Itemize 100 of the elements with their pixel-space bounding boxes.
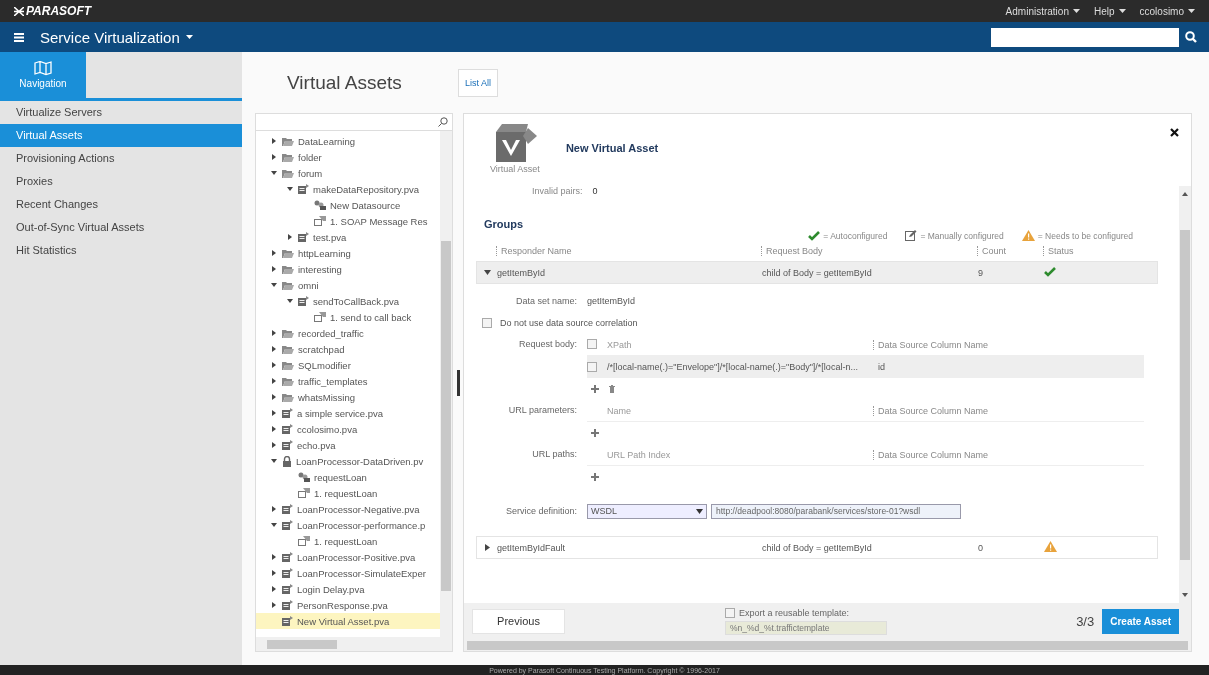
tree-item[interactable]: whatsMissing xyxy=(256,389,440,405)
tree-search-field[interactable] xyxy=(256,114,452,131)
splitter-handle[interactable] xyxy=(456,369,460,396)
sidebar-item[interactable]: Proxies xyxy=(0,170,242,193)
collapse-icon[interactable] xyxy=(271,170,277,176)
tree-item[interactable]: LoanProcessor-Positive.pva xyxy=(256,549,440,565)
tree-item[interactable]: 1. requestLoan xyxy=(256,485,440,501)
tree-item[interactable]: 1. requestLoan xyxy=(256,533,440,549)
navigation-tile[interactable]: Navigation xyxy=(0,52,86,98)
expand-icon[interactable] xyxy=(271,442,277,448)
type-dropdown[interactable]: WSDL xyxy=(587,503,707,519)
tree-item[interactable]: recorded_traffic xyxy=(256,325,440,341)
scrollbar[interactable] xyxy=(1179,186,1191,603)
sidebar-item[interactable]: Provisioning Actions xyxy=(0,147,242,170)
template-field[interactable]: %n_%d_%t.traffictemplate xyxy=(725,620,887,635)
collapse-icon[interactable] xyxy=(287,298,293,304)
trash-icon[interactable] xyxy=(609,385,615,393)
checkbox[interactable] xyxy=(725,607,735,618)
add-icon[interactable] xyxy=(591,429,599,437)
expand-icon[interactable] xyxy=(271,346,277,352)
tree-item[interactable]: interesting xyxy=(256,261,440,277)
tree-item[interactable]: 1. SOAP Message Res xyxy=(256,213,440,229)
expand-icon[interactable] xyxy=(271,570,277,576)
tree-item[interactable]: requestLoan xyxy=(256,469,440,485)
menu-link[interactable]: Help xyxy=(1093,5,1126,17)
menu-icon[interactable] xyxy=(14,32,24,42)
expand-icon[interactable] xyxy=(287,234,293,240)
tree-item[interactable]: traffic_templates xyxy=(256,373,440,389)
tree-item[interactable]: ccolosimo.pva xyxy=(256,421,440,437)
url-field[interactable]: http://deadpool:8080/parabank/services/store-01?wsdl xyxy=(711,503,961,519)
tree-item[interactable]: New Datasource xyxy=(256,197,440,213)
tree-item[interactable]: makeDataRepository.pva xyxy=(256,181,440,197)
sidebar-item[interactable]: Virtual Assets xyxy=(0,124,242,147)
tree-item[interactable]: forum xyxy=(256,165,440,181)
expand-icon[interactable] xyxy=(271,250,277,256)
expand-icon[interactable] xyxy=(271,378,277,384)
search-icon[interactable] xyxy=(438,117,448,127)
tree-item[interactable]: LoanProcessor-SimulateExper xyxy=(256,565,440,581)
add-icon[interactable] xyxy=(591,385,599,393)
tree-item[interactable]: New Virtual Asset.pva xyxy=(256,613,440,629)
expand-icon[interactable] xyxy=(271,602,277,608)
tree-item[interactable]: folder xyxy=(256,149,440,165)
expand-icon[interactable] xyxy=(271,330,277,336)
tree-item[interactable]: PersonResponse.pva xyxy=(256,597,440,613)
scrollbar[interactable] xyxy=(440,131,452,637)
arrow-up-icon[interactable] xyxy=(1182,192,1188,196)
search-field[interactable] xyxy=(991,27,1179,47)
collapse-icon[interactable] xyxy=(271,522,277,528)
collapse-icon[interactable] xyxy=(271,458,277,464)
tree-item[interactable]: a simple service.pva xyxy=(256,405,440,421)
box-icon xyxy=(282,568,293,578)
tree-item[interactable]: LoanProcessor-performance.p xyxy=(256,517,440,533)
list-all-button[interactable]: List All xyxy=(458,68,498,97)
expand-icon[interactable] xyxy=(271,394,277,400)
folder-icon xyxy=(282,328,294,338)
tree-item[interactable]: Login Delay.pva xyxy=(256,581,440,597)
checkbox[interactable] xyxy=(587,338,597,349)
tree-item[interactable]: test.pva xyxy=(256,229,440,245)
expand-icon[interactable] xyxy=(271,362,277,368)
expand-icon[interactable] xyxy=(271,410,277,416)
tree-item[interactable]: scratchpad xyxy=(256,341,440,357)
expand-icon[interactable] xyxy=(483,544,491,551)
asset-type-label: Virtual Asset xyxy=(490,164,540,174)
collapse-icon[interactable] xyxy=(271,282,277,288)
tree-item[interactable]: DataLearning xyxy=(256,133,440,149)
tree-item[interactable]: sendToCallBack.pva xyxy=(256,293,440,309)
expand-icon[interactable] xyxy=(271,154,277,160)
tree-item[interactable]: SQLmodifier xyxy=(256,357,440,373)
tree-item[interactable]: LoanProcessor-Negative.pva xyxy=(256,501,440,517)
expand-icon[interactable] xyxy=(271,426,277,432)
sidebar-item[interactable]: Hit Statistics xyxy=(0,239,242,262)
menu-link[interactable]: Administration xyxy=(1005,5,1080,17)
collapse-icon[interactable] xyxy=(483,269,491,276)
caret-icon xyxy=(696,508,703,514)
expand-icon[interactable] xyxy=(271,586,277,592)
expand-icon[interactable] xyxy=(271,506,277,512)
tree-item[interactable]: echo.pva xyxy=(256,437,440,453)
sidebar-item[interactable]: Recent Changes xyxy=(0,193,242,216)
scrollbar[interactable] xyxy=(464,639,1191,651)
tree-item[interactable]: omni xyxy=(256,277,440,293)
expand-icon[interactable] xyxy=(271,266,277,272)
expand-icon[interactable] xyxy=(271,554,277,560)
previous-button[interactable]: Previous xyxy=(472,608,565,634)
create-asset-button[interactable]: Create Asset xyxy=(1102,608,1179,634)
checkbox[interactable] xyxy=(482,318,492,328)
sidebar-item[interactable]: Virtualize Servers xyxy=(0,101,242,124)
search-icon[interactable] xyxy=(1185,31,1197,43)
close-icon[interactable] xyxy=(1170,128,1179,137)
arrow-down-icon[interactable] xyxy=(1182,593,1188,597)
app-switcher[interactable]: Service Virtualization xyxy=(40,28,193,46)
expand-icon[interactable] xyxy=(271,138,277,144)
collapse-icon[interactable] xyxy=(287,186,293,192)
tree-item[interactable]: httpLearning xyxy=(256,245,440,261)
add-icon[interactable] xyxy=(591,473,599,481)
scrollbar[interactable] xyxy=(256,637,452,651)
tree-item[interactable]: LoanProcessor-DataDriven.pv xyxy=(256,453,440,469)
menu-link[interactable]: ccolosimo xyxy=(1139,5,1195,17)
tree-item[interactable]: 1. send to call back xyxy=(256,309,440,325)
sidebar-item[interactable]: Out-of-Sync Virtual Assets xyxy=(0,216,242,239)
checkbox[interactable] xyxy=(587,361,597,372)
